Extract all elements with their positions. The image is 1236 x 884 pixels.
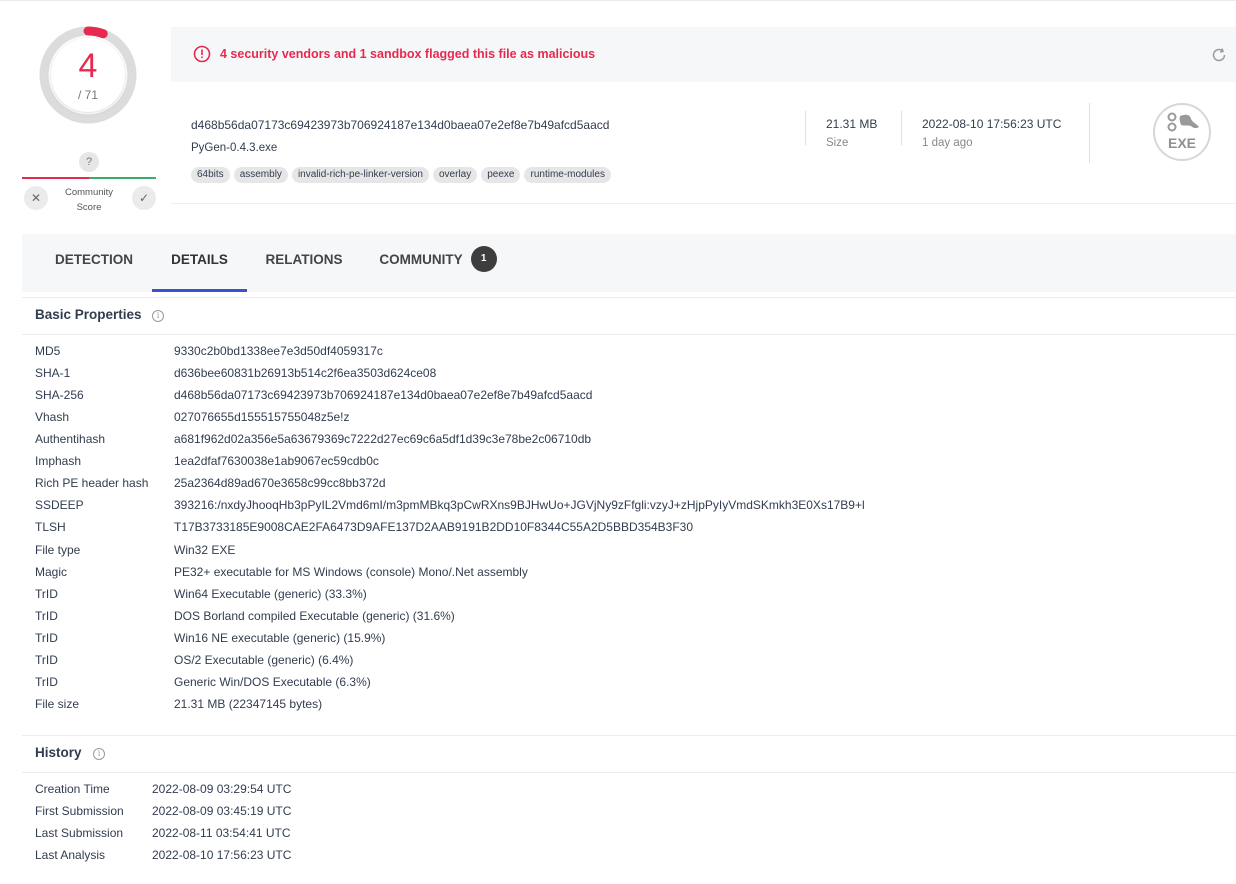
tag-chip[interactable]: invalid-rich-pe-linker-version bbox=[291, 167, 429, 183]
community-score-label: Community Score bbox=[64, 187, 114, 213]
property-value[interactable]: Win32 EXE bbox=[174, 542, 235, 558]
community-score-bar-positive bbox=[89, 177, 156, 179]
property-value[interactable]: DOS Borland compiled Executable (generic… bbox=[174, 608, 455, 624]
property-value[interactable]: a681f962d02a356e5a63679369c7222d27ec69c6… bbox=[174, 431, 591, 447]
property-key: TrID bbox=[35, 630, 58, 645]
divider bbox=[22, 772, 1236, 773]
property-key: TrID bbox=[35, 674, 58, 689]
property-key: TrID bbox=[35, 652, 58, 667]
divider bbox=[22, 297, 1236, 298]
property-key: Imphash bbox=[35, 454, 82, 469]
property-value[interactable]: 25a2364d89ad670e3658c99cc8bb372d bbox=[174, 475, 386, 491]
tab-relations[interactable]: RELATIONS bbox=[249, 234, 359, 292]
property-key: Last Analysis bbox=[35, 848, 106, 862]
close-icon: ✕ bbox=[30, 191, 42, 205]
vote-harmful-button[interactable]: ✕ bbox=[24, 186, 48, 210]
property-value[interactable]: 2022-08-10 17:56:23 UTC bbox=[152, 847, 291, 863]
property-key: TrID bbox=[35, 608, 58, 623]
property-value[interactable]: 21.31 MB (22347145 bytes) bbox=[174, 696, 322, 712]
detection-score-gauge: 4 / 71 bbox=[37, 24, 139, 126]
property-value[interactable]: 027076655d155515755048z5e!z bbox=[174, 409, 350, 425]
divider bbox=[1089, 103, 1090, 163]
property-key: SHA-1 bbox=[35, 366, 71, 381]
community-score-bar-negative bbox=[22, 177, 89, 179]
community-count-badge: 1 bbox=[470, 246, 497, 273]
property-value[interactable]: OS/2 Executable (generic) (6.4%) bbox=[174, 652, 353, 668]
property-key: SHA-256 bbox=[35, 388, 84, 403]
property-key: Vhash bbox=[35, 410, 70, 425]
property-key: TLSH bbox=[35, 520, 66, 535]
vote-harmless-button[interactable]: ✓ bbox=[132, 186, 156, 210]
property-key: Magic bbox=[35, 564, 68, 579]
tab-detection[interactable]: DETECTION bbox=[38, 234, 150, 292]
property-value[interactable]: 9330c2b0bd1338ee7e3d50df4059317c bbox=[174, 343, 383, 359]
file-size-label: Size bbox=[826, 137, 849, 149]
property-key: File type bbox=[35, 542, 81, 557]
file-sha256[interactable]: d468b56da07173c69423973b706924187e134d0b… bbox=[191, 118, 609, 132]
report-tabs: DETECTION DETAILS RELATIONS COMMUNITY 1 bbox=[22, 234, 1236, 292]
exe-file-type-icon: EXE bbox=[1153, 103, 1211, 161]
tab-community[interactable]: COMMUNITY 1 bbox=[364, 234, 512, 292]
history-title: History bbox=[35, 745, 82, 760]
divider bbox=[805, 111, 806, 145]
property-value[interactable]: T17B3733185E9008CAE2FA6473D9AFE137D2AAB9… bbox=[174, 519, 693, 535]
property-value[interactable]: 393216:/nxdyJhooqHb3pPyIL2Vmd6mI/m3pmMBk… bbox=[174, 497, 865, 513]
tab-details[interactable]: DETAILS bbox=[152, 234, 247, 292]
property-value[interactable]: Win16 NE executable (generic) (15.9%) bbox=[174, 630, 385, 646]
community-score: ? ✕ Community Score ✓ bbox=[22, 152, 156, 216]
property-value[interactable]: 2022-08-09 03:29:54 UTC bbox=[152, 781, 291, 797]
info-icon[interactable]: i bbox=[152, 310, 164, 322]
tag-chip[interactable]: overlay bbox=[432, 167, 478, 183]
property-key: Rich PE header hash bbox=[35, 476, 149, 491]
property-value[interactable]: Win64 Executable (generic) (33.3%) bbox=[174, 586, 367, 602]
alert-message: 4 security vendors and 1 sandbox flagged… bbox=[220, 47, 596, 61]
tag-chip[interactable]: assembly bbox=[233, 167, 288, 183]
property-value[interactable]: 2022-08-11 03:54:41 UTC bbox=[152, 825, 291, 841]
property-key: First Submission bbox=[35, 804, 124, 818]
top-divider bbox=[0, 0, 1236, 1]
file-info-card: d468b56da07173c69423973b706924187e134d0b… bbox=[171, 82, 1236, 204]
alert-circle-icon bbox=[193, 45, 211, 63]
tag-chip[interactable]: runtime-modules bbox=[524, 167, 611, 183]
property-key: MD5 bbox=[35, 344, 61, 358]
basic-properties-title: Basic Properties bbox=[35, 307, 142, 322]
property-key: Authentihash bbox=[35, 432, 106, 447]
divider bbox=[22, 334, 1236, 335]
reanalyze-icon[interactable] bbox=[1209, 45, 1229, 65]
property-value[interactable]: d468b56da07173c69423973b706924187e134d0b… bbox=[174, 387, 592, 403]
property-key: TrID bbox=[35, 586, 58, 601]
divider bbox=[22, 735, 1236, 736]
property-value[interactable]: d636bee60831b26913b514c2f6ea3503d624ce08 bbox=[174, 365, 436, 381]
file-type-label: EXE bbox=[1167, 135, 1196, 151]
info-icon[interactable]: i bbox=[93, 748, 105, 760]
property-key: SSDEEP bbox=[35, 498, 84, 513]
community-score-badge: ? bbox=[79, 152, 99, 172]
analysis-date-value: 2022-08-10 17:56:23 UTC bbox=[922, 117, 1062, 131]
analysis-date-relative: 1 day ago bbox=[922, 137, 973, 149]
tag-chip[interactable]: 64bits bbox=[191, 167, 230, 183]
gear-icon bbox=[1167, 112, 1199, 132]
engines-total: / 71 bbox=[77, 88, 98, 102]
file-size-value: 21.31 MB bbox=[826, 117, 878, 131]
tag-chip[interactable]: peexe bbox=[481, 167, 521, 183]
property-value[interactable]: Generic Win/DOS Executable (6.3%) bbox=[174, 674, 371, 690]
detections-count: 4 bbox=[78, 47, 98, 85]
property-value[interactable]: PE32+ executable for MS Windows (console… bbox=[174, 564, 528, 580]
property-value[interactable]: 1ea2dfaf7630038e1ab9067ec59cdb0c bbox=[174, 453, 379, 469]
file-name: PyGen-0.4.3.exe bbox=[191, 142, 278, 154]
property-value[interactable]: 2022-08-09 03:45:19 UTC bbox=[152, 803, 291, 819]
checkmark-icon: ✓ bbox=[138, 191, 150, 205]
file-tags: 64bits assembly invalid-rich-pe-linker-v… bbox=[191, 167, 611, 183]
divider bbox=[901, 111, 902, 145]
property-key: Last Submission bbox=[35, 826, 124, 840]
property-key: File size bbox=[35, 696, 80, 711]
malicious-alert-bar: 4 security vendors and 1 sandbox flagged… bbox=[171, 27, 1236, 82]
property-key: Creation Time bbox=[35, 782, 110, 796]
